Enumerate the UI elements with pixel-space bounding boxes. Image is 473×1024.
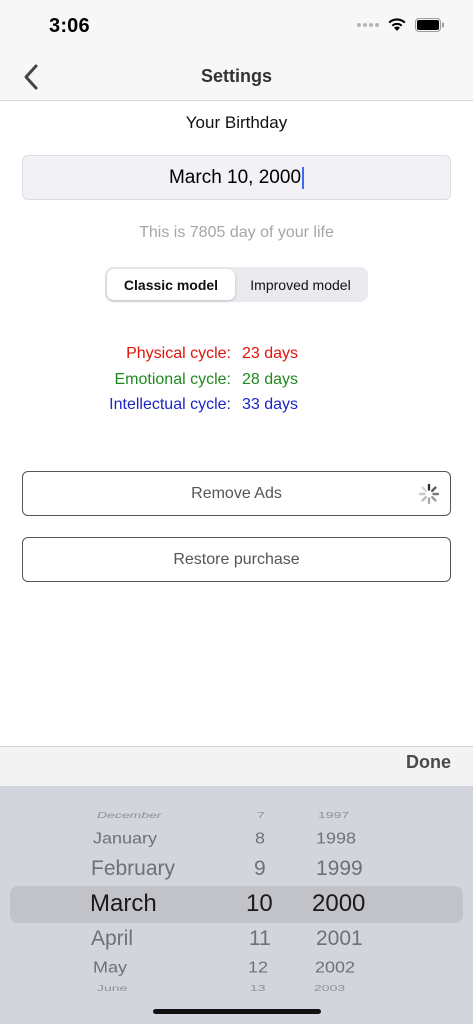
picker-year-item[interactable]: 2002 <box>315 959 355 977</box>
restore-purchase-label: Restore purchase <box>173 550 300 568</box>
cellular-signal-icon <box>357 22 379 27</box>
picker-year-item[interactable]: 1998 <box>316 830 356 848</box>
picker-toolbar: Done <box>0 746 473 786</box>
loading-spinner-icon <box>418 483 440 505</box>
restore-purchase-button[interactable]: Restore purchase <box>22 537 451 582</box>
birthday-label: Your Birthday <box>185 113 288 132</box>
wifi-icon <box>388 18 406 31</box>
picker-day-item-selected[interactable]: 10 <box>246 890 273 918</box>
remove-ads-label: Remove Ads <box>191 484 282 502</box>
picker-year-item[interactable]: 2003 <box>314 983 345 993</box>
cycle-label: Physical cycle: <box>126 345 231 362</box>
status-bar: 3:06 <box>0 0 473 54</box>
date-picker[interactable]: December January February March April Ma… <box>0 786 473 1024</box>
picker-month-item[interactable]: December <box>97 810 162 820</box>
status-time: 3:06 <box>49 15 90 37</box>
cycle-row-emotional: Emotional cycle: 28 days <box>0 371 473 393</box>
birthday-date-field[interactable]: March 10, 2000 <box>22 155 451 200</box>
picker-month-item[interactable]: June <box>97 983 127 993</box>
picker-year-item[interactable]: 1997 <box>318 810 349 820</box>
picker-day-item[interactable]: 8 <box>255 830 265 848</box>
done-button[interactable]: Done <box>406 752 451 773</box>
cycle-value: 23 days <box>242 345 299 362</box>
status-icons <box>357 17 445 32</box>
navigation-bar: Settings <box>0 54 473 101</box>
segment-classic-model[interactable]: Classic model <box>107 269 235 300</box>
picker-month-item[interactable]: April <box>91 927 133 951</box>
picker-month-item-selected[interactable]: March <box>90 890 157 918</box>
segment-improved-model[interactable]: Improved model <box>235 269 366 300</box>
cycle-value: 33 days <box>242 396 299 413</box>
cycle-row-physical: Physical cycle: 23 days <box>0 345 473 367</box>
cycle-row-intellectual: Intellectual cycle: 33 days <box>0 396 473 418</box>
picker-day-item[interactable]: 13 <box>250 983 266 993</box>
day-of-life-text: This is 7805 day of your life <box>139 224 334 241</box>
cycle-label: Emotional cycle: <box>114 371 232 388</box>
picker-day-item[interactable]: 11 <box>249 927 271 951</box>
page-title: Settings <box>200 66 272 86</box>
model-segmented-control: Classic model Improved model <box>105 267 368 302</box>
picker-day-item[interactable]: 12 <box>248 959 268 977</box>
picker-year-item[interactable]: 1999 <box>316 857 363 881</box>
cycle-label: Intellectual cycle: <box>109 396 231 413</box>
remove-ads-button[interactable]: Remove Ads <box>22 471 451 516</box>
picker-year-item[interactable]: 2001 <box>316 927 363 951</box>
picker-month-item[interactable]: January <box>93 830 157 848</box>
cycle-value: 28 days <box>242 371 299 388</box>
text-cursor <box>302 166 305 189</box>
picker-month-item[interactable]: February <box>91 857 175 881</box>
picker-day-item[interactable]: 7 <box>257 810 265 820</box>
battery-icon <box>415 17 444 32</box>
picker-year-item-selected[interactable]: 2000 <box>312 890 365 918</box>
picker-selection-highlight <box>10 886 463 923</box>
picker-month-item[interactable]: May <box>93 959 127 977</box>
birthday-date-value: March 10, 2000 <box>168 166 302 188</box>
home-indicator[interactable] <box>153 1009 321 1014</box>
picker-day-item[interactable]: 9 <box>254 857 266 881</box>
